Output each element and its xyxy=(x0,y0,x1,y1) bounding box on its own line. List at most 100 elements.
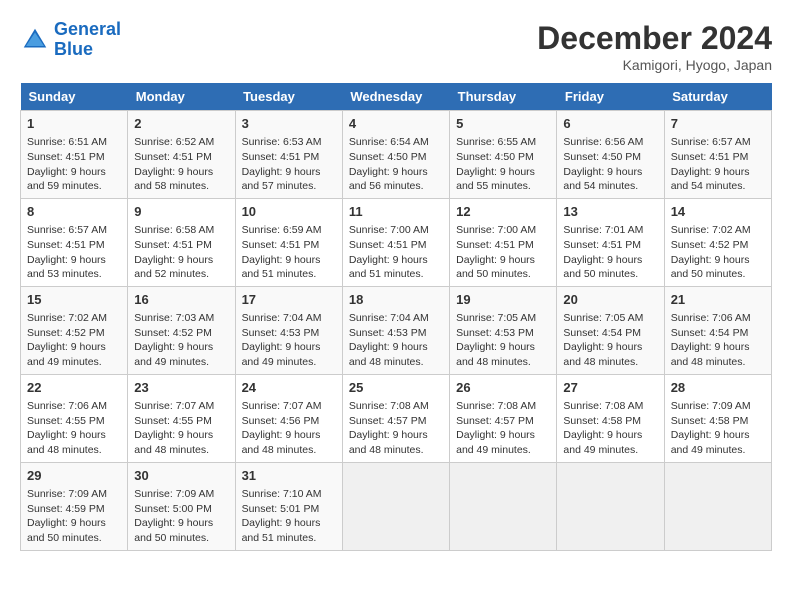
day-number: 11 xyxy=(349,203,443,221)
logo: General Blue xyxy=(20,20,121,60)
day-number: 17 xyxy=(242,291,336,309)
day-number: 25 xyxy=(349,379,443,397)
logo-text: General Blue xyxy=(54,20,121,60)
day-number: 10 xyxy=(242,203,336,221)
calendar-cell: 18Sunrise: 7:04 AMSunset: 4:53 PMDayligh… xyxy=(342,286,449,374)
day-info: Sunset: 4:51 PM xyxy=(563,238,657,253)
calendar-cell xyxy=(557,462,664,550)
day-info: Sunrise: 6:54 AM xyxy=(349,135,443,150)
day-header-monday: Monday xyxy=(128,83,235,111)
day-info: Sunrise: 6:51 AM xyxy=(27,135,121,150)
calendar-cell: 4 Sunrise: 6:54 AMSunset: 4:50 PMDaylight… xyxy=(342,111,449,199)
day-number: 29 xyxy=(27,467,121,485)
day-info: Sunset: 5:01 PM xyxy=(242,502,336,517)
day-info: Sunset: 5:00 PM xyxy=(134,502,228,517)
day-header-friday: Friday xyxy=(557,83,664,111)
day-number: 31 xyxy=(242,467,336,485)
day-info: Sunrise: 7:09 AM xyxy=(134,487,228,502)
day-info: Sunrise: 6:56 AM xyxy=(563,135,657,150)
day-info: Sunset: 4:52 PM xyxy=(671,238,765,253)
day-info: Daylight: 9 hours and 59 minutes. xyxy=(27,165,121,194)
day-info: Daylight: 9 hours and 49 minutes. xyxy=(27,340,121,369)
day-info: Sunrise: 7:09 AM xyxy=(671,399,765,414)
calendar-cell: 11Sunrise: 7:00 AMSunset: 4:51 PMDayligh… xyxy=(342,198,449,286)
day-info: Sunset: 4:51 PM xyxy=(134,150,228,165)
day-info: Daylight: 9 hours and 48 minutes. xyxy=(671,340,765,369)
day-info: Sunrise: 6:57 AM xyxy=(27,223,121,238)
day-info: Daylight: 9 hours and 57 minutes. xyxy=(242,165,336,194)
day-info: Sunrise: 7:06 AM xyxy=(671,311,765,326)
day-info: Daylight: 9 hours and 49 minutes. xyxy=(456,428,550,457)
day-number: 4 xyxy=(349,115,443,133)
day-info: Daylight: 9 hours and 50 minutes. xyxy=(456,253,550,282)
day-info: Daylight: 9 hours and 49 minutes. xyxy=(242,340,336,369)
day-number: 16 xyxy=(134,291,228,309)
day-info: Sunset: 4:51 PM xyxy=(242,150,336,165)
day-number: 5 xyxy=(456,115,550,133)
day-info: Sunset: 4:50 PM xyxy=(456,150,550,165)
day-info: Daylight: 9 hours and 52 minutes. xyxy=(134,253,228,282)
day-number: 28 xyxy=(671,379,765,397)
calendar-cell: 24Sunrise: 7:07 AMSunset: 4:56 PMDayligh… xyxy=(235,374,342,462)
day-info: Daylight: 9 hours and 50 minutes. xyxy=(563,253,657,282)
calendar-cell: 27Sunrise: 7:08 AMSunset: 4:58 PMDayligh… xyxy=(557,374,664,462)
day-info: Daylight: 9 hours and 55 minutes. xyxy=(456,165,550,194)
day-info: Daylight: 9 hours and 51 minutes. xyxy=(242,516,336,545)
day-info: Sunset: 4:55 PM xyxy=(134,414,228,429)
calendar-cell: 16Sunrise: 7:03 AMSunset: 4:52 PMDayligh… xyxy=(128,286,235,374)
calendar-cell: 22Sunrise: 7:06 AMSunset: 4:55 PMDayligh… xyxy=(21,374,128,462)
day-info: Daylight: 9 hours and 51 minutes. xyxy=(242,253,336,282)
logo-icon xyxy=(20,25,50,55)
day-info: Sunrise: 7:04 AM xyxy=(242,311,336,326)
logo-line2: Blue xyxy=(54,39,93,59)
day-info: Sunset: 4:51 PM xyxy=(134,238,228,253)
day-info: Daylight: 9 hours and 49 minutes. xyxy=(671,428,765,457)
day-info: Sunrise: 7:07 AM xyxy=(242,399,336,414)
day-info: Daylight: 9 hours and 50 minutes. xyxy=(27,516,121,545)
day-number: 19 xyxy=(456,291,550,309)
day-info: Sunset: 4:57 PM xyxy=(349,414,443,429)
calendar-cell: 6Sunrise: 6:56 AMSunset: 4:50 PMDaylight… xyxy=(557,111,664,199)
day-info: Daylight: 9 hours and 48 minutes. xyxy=(563,340,657,369)
day-info: Sunrise: 7:09 AM xyxy=(27,487,121,502)
day-info: Sunset: 4:51 PM xyxy=(27,238,121,253)
calendar-cell: 3Sunrise: 6:53 AMSunset: 4:51 PMDaylight… xyxy=(235,111,342,199)
day-info: Daylight: 9 hours and 56 minutes. xyxy=(349,165,443,194)
month-title: December 2024 xyxy=(537,20,772,57)
calendar-cell: 25Sunrise: 7:08 AMSunset: 4:57 PMDayligh… xyxy=(342,374,449,462)
day-info: Sunset: 4:54 PM xyxy=(671,326,765,341)
day-info: Sunset: 4:50 PM xyxy=(349,150,443,165)
day-info: Sunrise: 6:58 AM xyxy=(134,223,228,238)
day-info: Sunset: 4:51 PM xyxy=(27,150,121,165)
day-info: Daylight: 9 hours and 50 minutes. xyxy=(671,253,765,282)
day-info: Daylight: 9 hours and 53 minutes. xyxy=(27,253,121,282)
day-info: Sunset: 4:59 PM xyxy=(27,502,121,517)
day-info: Sunset: 4:51 PM xyxy=(242,238,336,253)
day-info: Daylight: 9 hours and 58 minutes. xyxy=(134,165,228,194)
day-info: Sunset: 4:53 PM xyxy=(456,326,550,341)
day-number: 13 xyxy=(563,203,657,221)
calendar-table: SundayMondayTuesdayWednesdayThursdayFrid… xyxy=(20,83,772,551)
day-info: Daylight: 9 hours and 48 minutes. xyxy=(134,428,228,457)
day-number: 27 xyxy=(563,379,657,397)
day-info: Sunrise: 7:06 AM xyxy=(27,399,121,414)
calendar-cell: 1Sunrise: 6:51 AMSunset: 4:51 PMDaylight… xyxy=(21,111,128,199)
day-info: Daylight: 9 hours and 48 minutes. xyxy=(242,428,336,457)
calendar-cell: 21Sunrise: 7:06 AMSunset: 4:54 PMDayligh… xyxy=(664,286,771,374)
day-info: Sunset: 4:51 PM xyxy=(671,150,765,165)
calendar-cell: 13Sunrise: 7:01 AMSunset: 4:51 PMDayligh… xyxy=(557,198,664,286)
day-info: Daylight: 9 hours and 54 minutes. xyxy=(563,165,657,194)
day-number: 2 xyxy=(134,115,228,133)
day-info: Sunset: 4:52 PM xyxy=(27,326,121,341)
day-info: Sunrise: 6:53 AM xyxy=(242,135,336,150)
calendar-cell: 30Sunrise: 7:09 AMSunset: 5:00 PMDayligh… xyxy=(128,462,235,550)
day-info: Sunrise: 7:08 AM xyxy=(456,399,550,414)
day-info: Sunrise: 7:05 AM xyxy=(563,311,657,326)
day-number: 15 xyxy=(27,291,121,309)
day-number: 8 xyxy=(27,203,121,221)
day-info: Daylight: 9 hours and 49 minutes. xyxy=(563,428,657,457)
day-info: Sunrise: 6:55 AM xyxy=(456,135,550,150)
day-info: Sunset: 4:51 PM xyxy=(456,238,550,253)
day-info: Daylight: 9 hours and 51 minutes. xyxy=(349,253,443,282)
day-number: 24 xyxy=(242,379,336,397)
